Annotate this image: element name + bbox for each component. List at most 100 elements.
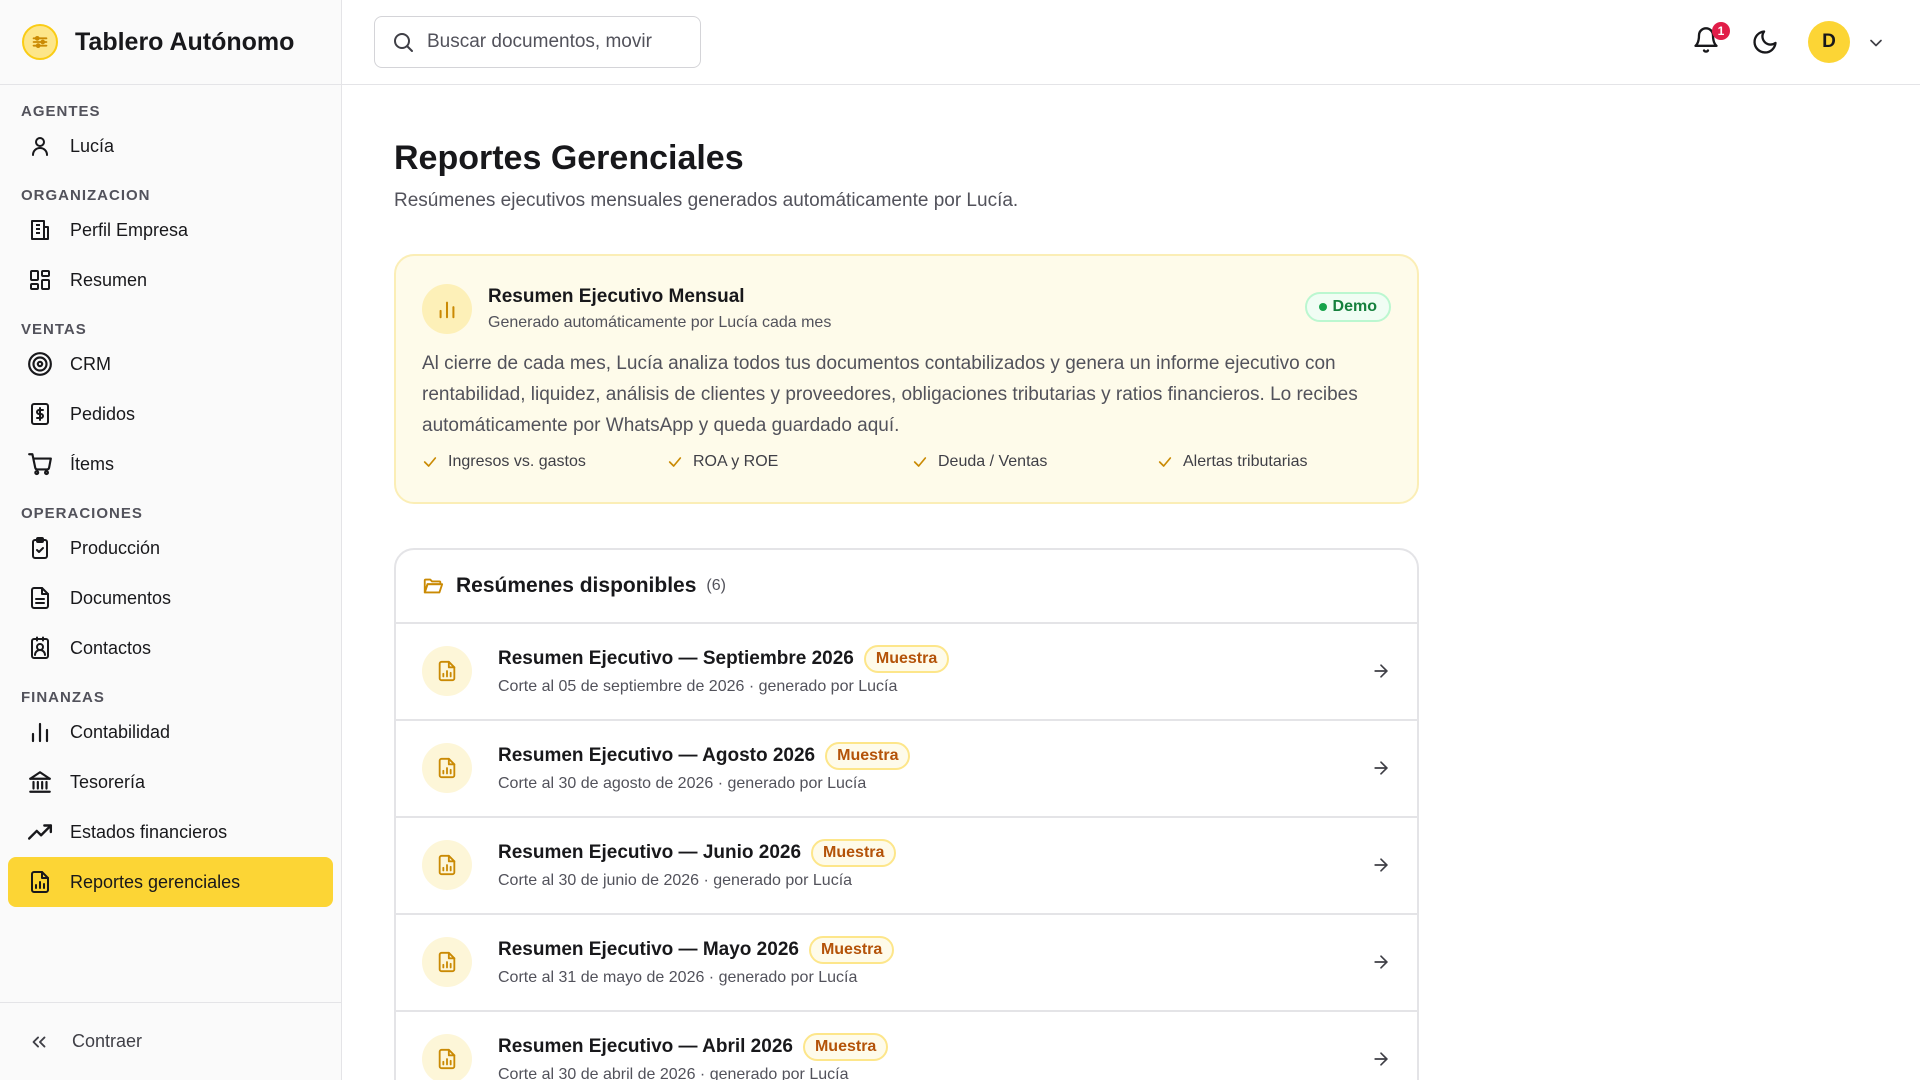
info-card-body: Al cierre de cada mes, Lucía analiza tod… xyxy=(422,353,1358,436)
report-subtitle: Corte al 05 de septiembre de 2026 · gene… xyxy=(498,678,898,695)
sidebar-item-documentos[interactable]: Documentos xyxy=(8,573,333,623)
demo-badge: Demo xyxy=(1304,292,1391,322)
report-row-heading: Resumen Ejecutivo — Mayo 2026 Muestra xyxy=(498,936,895,964)
contact-icon xyxy=(26,634,54,662)
feature-list: Ingresos vs. gastos ROA y ROE Deuda / Ve… xyxy=(422,453,1402,471)
report-row-heading: Resumen Ejecutivo — Abril 2026 Muestra xyxy=(498,1033,889,1061)
sidebar-item-label: Lucía xyxy=(70,135,115,156)
sidebar-item-contactos[interactable]: Contactos xyxy=(8,623,333,673)
sidebar-item-label: Estados financieros xyxy=(70,821,228,842)
bank-icon xyxy=(26,768,54,796)
avatar[interactable]: D xyxy=(1808,21,1850,63)
sidebar-item-produccion[interactable]: Producción xyxy=(8,523,333,573)
feature-label: Deuda / Ventas xyxy=(938,453,1048,470)
report-row[interactable]: Resumen Ejecutivo — Junio 2026 Muestra C… xyxy=(396,818,1417,915)
sidebar-item-tesoreria[interactable]: Tesorería xyxy=(8,757,333,807)
arrow-right-icon xyxy=(1371,1049,1391,1069)
sidebar-item-estados-financieros[interactable]: Estados financieros xyxy=(8,807,333,857)
sample-badge: Muestra xyxy=(802,1033,889,1061)
collapse-sidebar-button[interactable]: Contraer xyxy=(0,1002,341,1080)
dashboard-icon xyxy=(26,266,54,294)
sidebar-item-crm[interactable]: CRM xyxy=(8,339,333,389)
report-row[interactable]: Resumen Ejecutivo — Mayo 2026 Muestra Co… xyxy=(396,915,1417,1012)
page-title: Reportes Gerenciales xyxy=(394,139,744,177)
sidebar-item-label: Perfil Empresa xyxy=(70,219,189,240)
moon-icon xyxy=(1753,30,1777,54)
sidebar-item-label: Producción xyxy=(70,537,161,558)
sample-badge: Muestra xyxy=(811,839,897,867)
sidebar-item-label: CRM xyxy=(70,353,111,374)
report-row[interactable]: Resumen Ejecutivo — Septiembre 2026 Mues… xyxy=(396,624,1417,721)
info-card-subtitle: Generado automáticamente por Lucía cada … xyxy=(488,314,832,331)
page-subtitle: Resúmenes ejecutivos mensuales generados… xyxy=(394,190,1019,211)
clipboard-icon xyxy=(26,534,54,562)
arrow-right-icon xyxy=(1371,661,1391,681)
arrow-right-icon xyxy=(1371,855,1391,875)
reports-list-count: (6) xyxy=(706,577,726,594)
sidebar-item-label: Reportes gerenciales xyxy=(70,871,241,892)
main-content: Reportes Gerenciales Resúmenes ejecutivo… xyxy=(394,85,1419,1080)
report-file-icon xyxy=(422,743,472,793)
sidebar-item-label: Contabilidad xyxy=(70,721,171,742)
report-subtitle: Corte al 30 de abril de 2026 · generado … xyxy=(498,1066,849,1080)
report-row[interactable]: Resumen Ejecutivo — Abril 2026 Muestra C… xyxy=(396,1012,1417,1080)
sidebar-item-reportes-gerenciales[interactable]: Reportes gerenciales xyxy=(8,857,333,907)
demo-badge-label: Demo xyxy=(1332,298,1377,315)
reports-list-title: Resúmenes disponibles xyxy=(456,574,697,597)
section-organizacion: ORGANIZACION xyxy=(21,186,151,204)
report-subtitle: Corte al 30 de agosto de 2026 · generado… xyxy=(498,775,867,792)
report-subtitle: Corte al 31 de mayo de 2026 · generado p… xyxy=(498,969,858,986)
report-title: Resumen Ejecutivo — Abril 2026 xyxy=(498,1036,793,1057)
sidebar-item-label: Pedidos xyxy=(70,403,136,424)
search-input[interactable] xyxy=(427,31,677,53)
report-row-heading: Resumen Ejecutivo — Septiembre 2026 Mues… xyxy=(498,645,950,673)
user-icon xyxy=(26,132,54,160)
cart-icon xyxy=(26,450,54,478)
theme-toggle-button[interactable] xyxy=(1751,28,1779,61)
search-box[interactable] xyxy=(374,16,701,68)
feature-label: Alertas tributarias xyxy=(1183,453,1308,470)
document-icon xyxy=(26,584,54,612)
sample-badge: Muestra xyxy=(808,936,895,964)
check-icon xyxy=(667,454,683,470)
report-title: Resumen Ejecutivo — Junio 2026 xyxy=(498,842,802,863)
reports-list-header: Resúmenes disponibles (6) xyxy=(396,550,1417,624)
arrow-right-icon xyxy=(1371,758,1391,778)
building-icon xyxy=(26,216,54,244)
report-icon xyxy=(26,868,54,896)
brand-logo-icon xyxy=(22,24,58,60)
feature-label: Ingresos vs. gastos xyxy=(448,453,586,470)
sidebar-item-perfil-empresa[interactable]: Perfil Empresa xyxy=(8,205,333,255)
sample-badge: Muestra xyxy=(863,645,950,673)
info-card: Resumen Ejecutivo Mensual Generado autom… xyxy=(394,254,1419,504)
brand: Tablero Autónomo xyxy=(0,0,341,85)
section-ventas: VENTAS xyxy=(21,320,87,338)
report-row[interactable]: Resumen Ejecutivo — Agosto 2026 Muestra … xyxy=(396,721,1417,818)
sidebar: Tablero Autónomo AGENTES Lucía ORGANIZAC… xyxy=(0,0,342,1080)
account-menu-button[interactable] xyxy=(1866,33,1886,58)
sample-badge: Muestra xyxy=(825,742,911,770)
report-row-heading: Resumen Ejecutivo — Junio 2026 Muestra xyxy=(498,839,897,867)
bar-chart-icon xyxy=(26,718,54,746)
sidebar-item-lucia[interactable]: Lucía xyxy=(8,121,333,171)
section-agentes: AGENTES xyxy=(21,102,101,120)
sidebar-item-label: Documentos xyxy=(70,587,172,608)
sidebar-item-label: Ítems xyxy=(70,453,115,474)
status-dot xyxy=(1318,303,1327,311)
report-title: Resumen Ejecutivo — Septiembre 2026 xyxy=(498,648,854,669)
report-subtitle: Corte al 30 de junio de 2026 · generado … xyxy=(498,872,853,889)
report-title: Resumen Ejecutivo — Mayo 2026 xyxy=(498,939,799,960)
reports-list: Resúmenes disponibles (6) Resumen Ejecut… xyxy=(394,548,1419,1080)
check-icon xyxy=(912,454,928,470)
feature-item: Ingresos vs. gastos xyxy=(422,453,667,471)
trending-up-icon xyxy=(26,818,54,846)
sidebar-item-contabilidad[interactable]: Contabilidad xyxy=(8,707,333,757)
sidebar-item-label: Contactos xyxy=(70,637,152,658)
section-finanzas: FINANZAS xyxy=(21,688,105,706)
sidebar-item-pedidos[interactable]: Pedidos xyxy=(8,389,333,439)
chevrons-left-icon xyxy=(28,1031,50,1053)
sidebar-item-resumen[interactable]: Resumen xyxy=(8,255,333,305)
report-row-heading: Resumen Ejecutivo — Agosto 2026 Muestra xyxy=(498,742,911,770)
sidebar-item-items[interactable]: Ítems xyxy=(8,439,333,489)
info-card-title: Resumen Ejecutivo Mensual xyxy=(488,286,745,307)
